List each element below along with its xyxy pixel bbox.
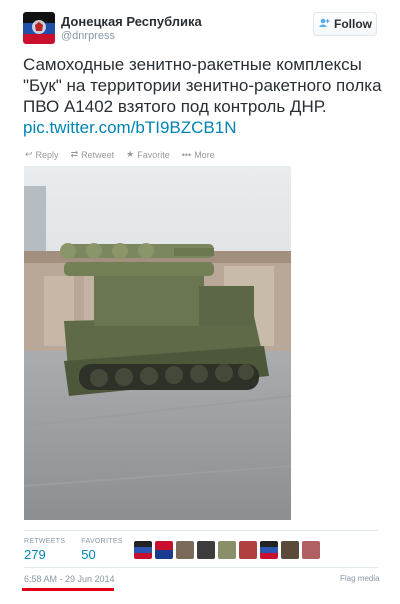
more-action[interactable]: ••• More (182, 149, 215, 160)
divider (24, 567, 378, 568)
reply-icon: ↩ (25, 149, 33, 159)
retweeter-avatar[interactable] (155, 541, 173, 559)
retweet-label: Retweet (81, 149, 115, 160)
retweets-stat[interactable]: RETWEETS 279 (24, 538, 65, 562)
follow-button[interactable]: Follow (313, 12, 377, 36)
favorites-label: FAVORITES (81, 538, 123, 545)
retweeter-avatar[interactable] (176, 541, 194, 559)
favorites-stat[interactable]: FAVORITES 50 (81, 538, 122, 562)
flag-media-link[interactable]: Flag media (340, 574, 380, 583)
retweet-action[interactable]: ⇄ Retweet (71, 149, 115, 160)
author-avatar[interactable] (23, 12, 55, 44)
tweet-photo[interactable] (24, 166, 291, 520)
retweets-label: RETWEETS (24, 538, 66, 545)
more-icon: ••• (181, 149, 192, 160)
retweeter-avatar[interactable] (218, 541, 236, 559)
tweet-actions: ↩ Reply ⇄ Retweet ★ Favorite ••• More (25, 149, 215, 160)
tweet-timestamp[interactable]: 6:58 AM - 29 Jun 2014 (24, 574, 115, 584)
retweeter-avatar[interactable] (260, 541, 278, 559)
more-label: More (194, 149, 215, 160)
reply-action[interactable]: ↩ Reply (25, 149, 59, 160)
retweet-icon: ⇄ (70, 149, 79, 159)
highlight-underline (22, 588, 114, 591)
retweeter-avatar[interactable] (134, 541, 152, 559)
retweeter-avatar[interactable] (197, 541, 215, 559)
retweeter-avatar[interactable] (281, 541, 299, 559)
favorites-count: 50 (81, 547, 96, 562)
retweeter-avatar[interactable] (239, 541, 257, 559)
favorite-label: Favorite (137, 149, 170, 160)
star-icon: ★ (126, 149, 135, 159)
tweet-body: Самоходные зенитно-ракетные комплексы "Б… (23, 55, 382, 116)
tweet-stats: RETWEETS 279 FAVORITES 50 (24, 538, 123, 562)
favorite-action[interactable]: ★ Favorite (126, 149, 170, 160)
tweet: Донецкая Республика @dnrpress Follow Сам… (0, 0, 400, 604)
add-user-icon (318, 17, 330, 31)
divider (24, 530, 378, 531)
retweeter-avatar[interactable] (302, 541, 320, 559)
retweeter-avatars (134, 541, 320, 559)
tweet-text: Самоходные зенитно-ракетные комплексы "Б… (23, 54, 383, 138)
reply-label: Reply (35, 149, 59, 160)
tweet-media-link[interactable]: pic.twitter.com/bTI9BZCB1N (23, 118, 237, 137)
author-display-name[interactable]: Донецкая Республика (61, 14, 202, 29)
follow-label: Follow (334, 17, 372, 31)
author-username[interactable]: @dnrpress (61, 30, 115, 42)
retweets-count: 279 (24, 547, 46, 562)
